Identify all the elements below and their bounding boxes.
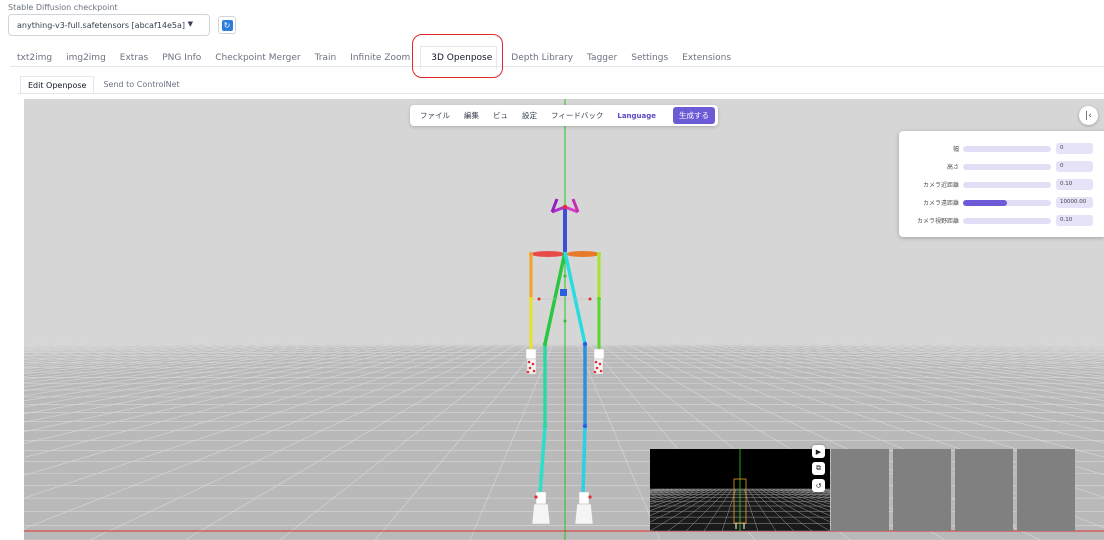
setting-label: 高さ bbox=[946, 164, 959, 171]
menu-language[interactable]: Language bbox=[610, 112, 663, 120]
tab-send-to-controlnet[interactable]: Send to ControlNet bbox=[96, 76, 186, 94]
preview-slot[interactable] bbox=[955, 449, 1013, 531]
right-hand[interactable] bbox=[593, 348, 605, 375]
tab-edit-openpose[interactable]: Edit Openpose bbox=[20, 76, 95, 94]
generate-button[interactable]: 生成する bbox=[673, 107, 715, 124]
editor-menubar: ファイル 編集 ビュ 設定 フィードバック Language 生成する bbox=[410, 105, 718, 126]
setting-camera-fov: カメラ視野距離 0.10 bbox=[899, 215, 1104, 227]
checkpoint-select[interactable]: anything-v3-full.safetensors [abcaf14e5a… bbox=[8, 14, 210, 36]
height-slider[interactable] bbox=[963, 164, 1051, 170]
preview-slot[interactable] bbox=[831, 449, 889, 531]
refresh-icon: ↻ bbox=[221, 19, 233, 31]
chevron-down-icon: ▼ bbox=[187, 20, 193, 28]
setting-label: カメラ視野距離 bbox=[916, 218, 959, 225]
checkpoint-value: anything-v3-full.safetensors [abcaf14e5a… bbox=[17, 20, 185, 30]
setting-height: 高さ 0 bbox=[899, 161, 1104, 173]
width-slider[interactable] bbox=[963, 146, 1051, 152]
refresh-button[interactable]: ↻ bbox=[218, 16, 236, 34]
setting-camera-near: カメラ近距離 0.10 bbox=[899, 179, 1104, 191]
setting-label: 幅 bbox=[952, 146, 959, 153]
play-icon[interactable]: ▶ bbox=[812, 445, 825, 458]
setting-width: 幅 0 bbox=[899, 143, 1104, 155]
menu-feedback[interactable]: フィードバック bbox=[544, 110, 610, 121]
menu-file[interactable]: ファイル bbox=[413, 110, 457, 121]
camera-far-slider[interactable] bbox=[963, 200, 1051, 206]
setting-camera-far: カメラ遠距離 10000.00 bbox=[899, 197, 1104, 209]
menu-view[interactable]: ビュ bbox=[486, 110, 515, 121]
camera-fov-slider[interactable] bbox=[963, 218, 1051, 224]
preview-thumbnail[interactable] bbox=[650, 449, 830, 531]
camera-fov-input[interactable]: 0.10 bbox=[1056, 215, 1093, 226]
camera-near-input[interactable]: 0.10 bbox=[1056, 179, 1093, 190]
camera-far-input[interactable]: 10000.00 bbox=[1056, 197, 1093, 208]
sub-tab-divider bbox=[18, 93, 1104, 94]
left-hand[interactable] bbox=[525, 348, 537, 375]
tab-divider bbox=[10, 66, 1104, 67]
setting-label: カメラ近距離 bbox=[922, 182, 959, 189]
setting-label: カメラ遠距離 bbox=[922, 200, 959, 207]
menu-edit[interactable]: 編集 bbox=[457, 110, 486, 121]
collapse-left-icon: |‹ bbox=[1085, 110, 1092, 121]
camera-near-slider[interactable] bbox=[963, 182, 1051, 188]
height-input[interactable]: 0 bbox=[1056, 161, 1093, 172]
checkpoint-label: Stable Diffusion checkpoint bbox=[8, 3, 118, 12]
screenshot-icon[interactable]: ⧉ bbox=[812, 462, 825, 475]
undo-icon[interactable]: ↺ bbox=[812, 479, 825, 492]
preview-slot[interactable] bbox=[1017, 449, 1075, 531]
width-input[interactable]: 0 bbox=[1056, 143, 1093, 154]
camera-settings-panel: 幅 0 高さ 0 カメラ近距離 0.10 カメラ遠距離 10000.00 カメラ… bbox=[899, 131, 1104, 237]
menu-settings[interactable]: 設定 bbox=[515, 110, 544, 121]
sub-tabs: Edit Openpose Send to ControlNet bbox=[20, 76, 189, 94]
preview-slot[interactable] bbox=[893, 449, 951, 531]
collapse-panel-button[interactable]: |‹ bbox=[1079, 106, 1098, 125]
